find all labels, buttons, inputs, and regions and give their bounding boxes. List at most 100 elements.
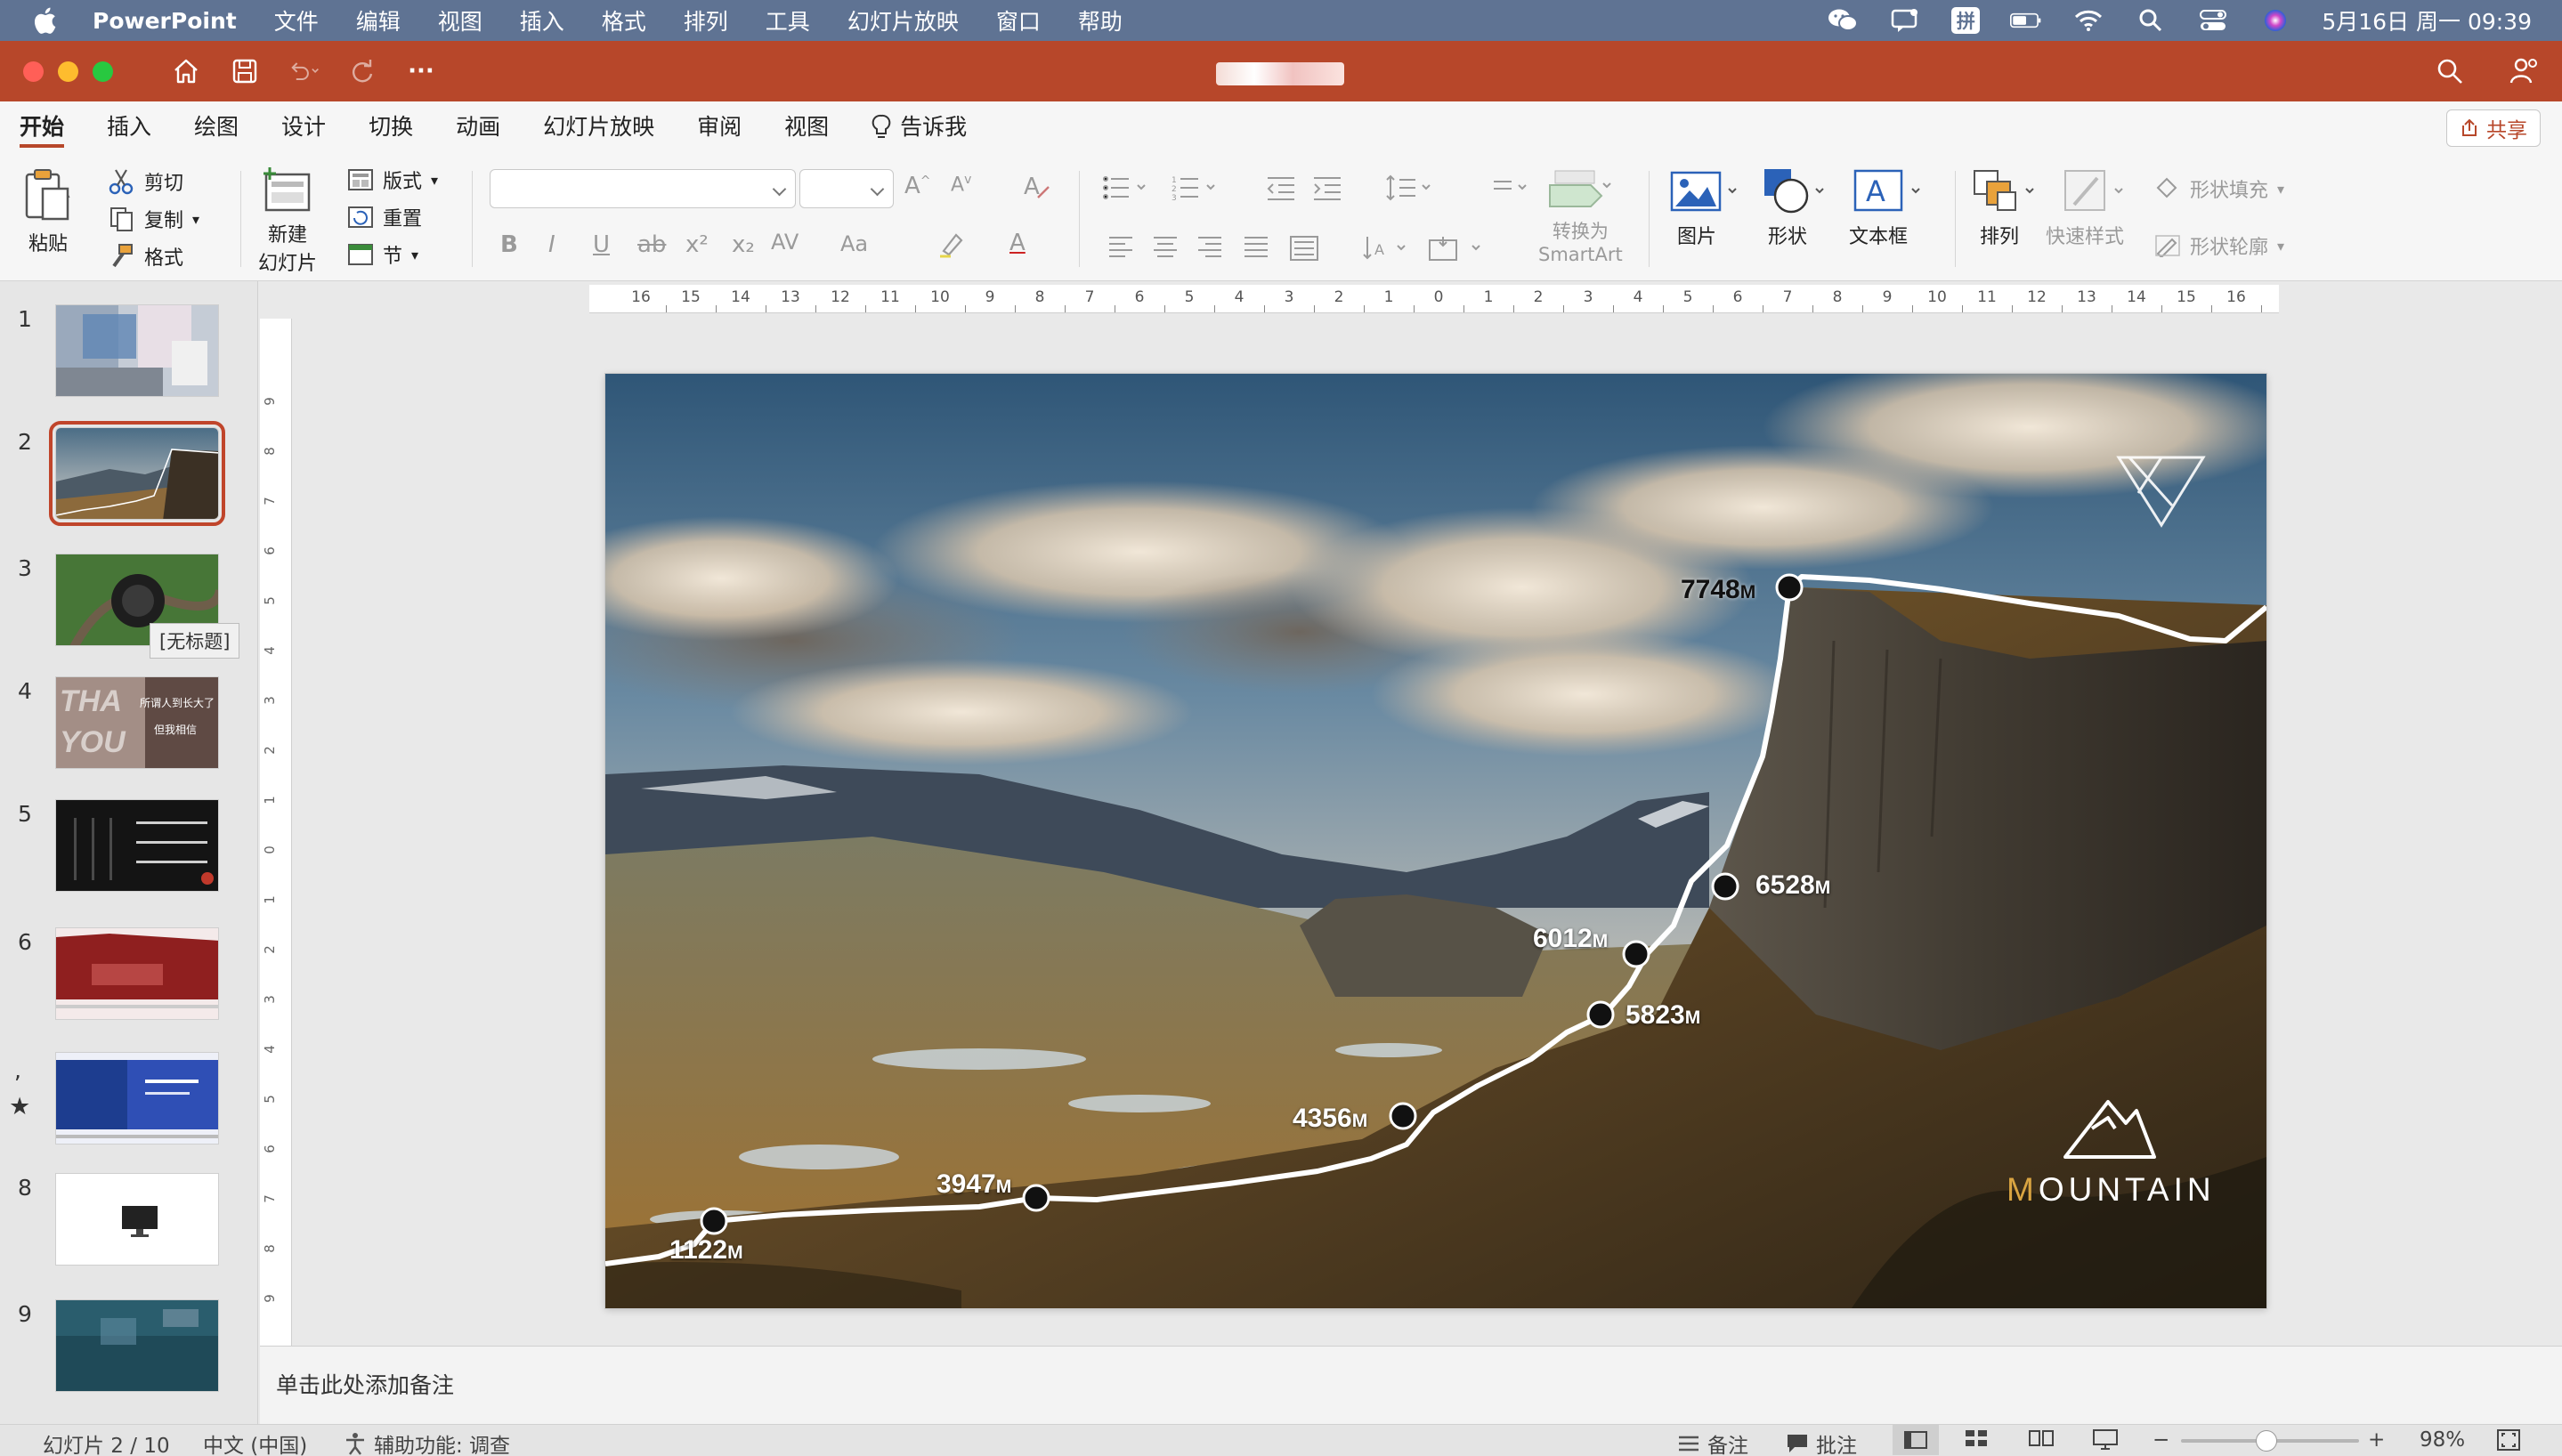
tab-draw[interactable]: 绘图 bbox=[194, 101, 239, 153]
zoom-out-button[interactable]: − bbox=[2153, 1428, 2169, 1452]
clear-formatting-icon[interactable]: A bbox=[1020, 171, 1052, 207]
battery-icon[interactable] bbox=[2010, 7, 2042, 34]
spotlight-icon[interactable] bbox=[2135, 7, 2167, 34]
minimize-window-button[interactable] bbox=[58, 61, 78, 82]
layout-chevron-icon[interactable]: ▾ bbox=[431, 172, 438, 189]
home-icon[interactable] bbox=[170, 55, 202, 87]
zoom-slider-thumb[interactable] bbox=[2256, 1430, 2277, 1452]
justify-icon[interactable] bbox=[1243, 235, 1269, 266]
align-left-icon[interactable] bbox=[1107, 235, 1134, 266]
shape-outline-button[interactable]: 形状轮廓 ▾ bbox=[2154, 231, 2284, 260]
chevron-down-icon[interactable]: ▾ bbox=[192, 211, 199, 228]
accessibility-button[interactable]: 辅助功能: 调查 bbox=[344, 1428, 510, 1456]
reading-view-icon[interactable] bbox=[2028, 1428, 2055, 1448]
section-chevron-icon[interactable]: ▾ bbox=[411, 247, 418, 263]
slide-thumbnail-8[interactable] bbox=[55, 1173, 219, 1266]
quick-styles-button[interactable]: 快速样式 bbox=[2046, 166, 2133, 249]
cut-button[interactable]: 剪切 bbox=[109, 167, 183, 196]
convert-to-smartart-button[interactable]: 转换为 SmartArt bbox=[1538, 167, 1623, 265]
input-method-icon[interactable]: 拼 bbox=[1951, 7, 1981, 34]
menu-app-name[interactable]: PowerPoint bbox=[93, 8, 237, 34]
slide-thumbnail-panel[interactable]: 1 2 3 [无标题] 4 THA YOU 所谓人到长大了 但我相信 5 6 ,… bbox=[0, 281, 258, 1424]
bullets-icon[interactable] bbox=[1102, 174, 1155, 207]
align-text-icon[interactable] bbox=[1426, 235, 1488, 270]
notification-icon[interactable] bbox=[1889, 7, 1921, 34]
slide-thumbnail-5[interactable] bbox=[55, 799, 219, 892]
grow-font-button[interactable]: A^ bbox=[904, 173, 931, 199]
numbering-icon[interactable]: 123 bbox=[1172, 174, 1225, 207]
language-indicator[interactable]: 中文 (中国) bbox=[203, 1428, 307, 1456]
apple-menu-icon[interactable] bbox=[30, 4, 62, 36]
arrange-button[interactable]: 排列 bbox=[1971, 166, 2047, 249]
save-icon[interactable] bbox=[229, 55, 261, 87]
account-icon[interactable] bbox=[2507, 53, 2542, 89]
undo-icon[interactable] bbox=[288, 55, 320, 87]
menu-help[interactable]: 帮助 bbox=[1078, 4, 1123, 36]
menu-file[interactable]: 文件 bbox=[274, 4, 319, 36]
italic-button[interactable]: I bbox=[548, 231, 555, 258]
close-window-button[interactable] bbox=[23, 61, 44, 82]
shape-outline-chevron-icon[interactable]: ▾ bbox=[2277, 238, 2284, 255]
menu-format[interactable]: 格式 bbox=[602, 4, 646, 36]
shrink-font-button[interactable]: Av bbox=[951, 173, 971, 196]
font-size-combobox[interactable] bbox=[799, 169, 894, 208]
normal-view-icon[interactable] bbox=[1893, 1425, 1939, 1455]
decrease-indent-icon[interactable] bbox=[1266, 174, 1296, 207]
subscript-button[interactable]: x₂ bbox=[732, 231, 755, 258]
slide-thumbnail-9[interactable] bbox=[55, 1299, 219, 1392]
slide-thumbnail-1[interactable] bbox=[55, 304, 219, 397]
menu-window[interactable]: 窗口 bbox=[996, 4, 1041, 36]
align-right-icon[interactable] bbox=[1196, 235, 1223, 266]
section-button[interactable]: 节 ▾ bbox=[347, 240, 418, 269]
menu-slideshow[interactable]: 幻灯片放映 bbox=[847, 4, 959, 36]
format-painter-button[interactable]: 格式 bbox=[109, 242, 183, 271]
menu-insert[interactable]: 插入 bbox=[520, 4, 564, 36]
smartart-chevron-icon[interactable] bbox=[1492, 174, 1536, 207]
align-center-icon[interactable] bbox=[1152, 235, 1179, 266]
shape-fill-chevron-icon[interactable]: ▾ bbox=[2277, 181, 2284, 198]
tab-home[interactable]: 开始 bbox=[20, 101, 65, 153]
font-color-button[interactable]: A bbox=[1009, 230, 1026, 256]
current-slide[interactable]: 1122M 3947M 4356M 5823M 6012M 6528M 7748… bbox=[605, 374, 2266, 1308]
picture-button[interactable]: 图片 bbox=[1668, 166, 1745, 249]
superscript-button[interactable]: x² bbox=[685, 231, 709, 258]
slide-thumbnail-7[interactable] bbox=[55, 1052, 219, 1145]
paste-button[interactable]: 粘贴 bbox=[23, 167, 73, 256]
notes-pane[interactable]: 单击此处添加备注 bbox=[260, 1346, 2562, 1424]
zoom-in-button[interactable]: + bbox=[2368, 1428, 2385, 1452]
zoom-slider[interactable] bbox=[2181, 1430, 2359, 1452]
character-spacing-button[interactable]: AV bbox=[771, 230, 799, 255]
layout-button[interactable]: 版式 ▾ bbox=[347, 166, 438, 194]
redo-icon[interactable] bbox=[346, 55, 378, 87]
tab-animations[interactable]: 动画 bbox=[456, 101, 500, 153]
menu-clock[interactable]: 5月16日 周一 09:39 bbox=[2322, 4, 2532, 36]
notes-placeholder[interactable]: 单击此处添加备注 bbox=[276, 1368, 454, 1400]
tab-view[interactable]: 视图 bbox=[784, 101, 829, 153]
new-slide-button[interactable]: 新建 幻灯片 bbox=[258, 166, 317, 276]
shape-fill-button[interactable]: 形状填充 ▾ bbox=[2154, 174, 2284, 203]
tab-transitions[interactable]: 切换 bbox=[369, 101, 413, 153]
slideshow-view-icon[interactable] bbox=[2092, 1428, 2119, 1450]
zoom-level[interactable]: 98% bbox=[2420, 1428, 2465, 1452]
shape-button[interactable]: 形状 bbox=[1759, 166, 1836, 249]
control-center-icon[interactable] bbox=[2197, 7, 2229, 34]
comments-button[interactable]: 批注 bbox=[1786, 1428, 1857, 1456]
slide-thumbnail-4[interactable]: THA YOU 所谓人到长大了 但我相信 bbox=[55, 676, 219, 769]
slide-thumbnail-6[interactable] bbox=[55, 927, 219, 1020]
text-direction-icon[interactable]: A bbox=[1362, 235, 1412, 270]
menu-arrange[interactable]: 排列 bbox=[684, 4, 728, 36]
increase-indent-icon[interactable] bbox=[1312, 174, 1342, 207]
search-icon[interactable] bbox=[2432, 53, 2468, 89]
fit-to-window-icon[interactable] bbox=[2496, 1428, 2521, 1452]
menu-tools[interactable]: 工具 bbox=[766, 4, 810, 36]
tell-me-box[interactable]: 告诉我 bbox=[872, 101, 967, 153]
notes-toggle-button[interactable]: 备注 bbox=[1677, 1428, 1748, 1456]
reset-button[interactable]: 重置 bbox=[347, 203, 422, 231]
menu-edit[interactable]: 编辑 bbox=[356, 4, 401, 36]
tab-insert[interactable]: 插入 bbox=[107, 101, 151, 153]
wifi-icon[interactable] bbox=[2072, 7, 2104, 34]
bold-button[interactable]: B bbox=[500, 231, 518, 258]
zoom-window-button[interactable] bbox=[93, 61, 113, 82]
textbox-button[interactable]: A 文本框 bbox=[1849, 166, 1926, 249]
copy-button[interactable]: 复制 ▾ bbox=[109, 205, 199, 233]
